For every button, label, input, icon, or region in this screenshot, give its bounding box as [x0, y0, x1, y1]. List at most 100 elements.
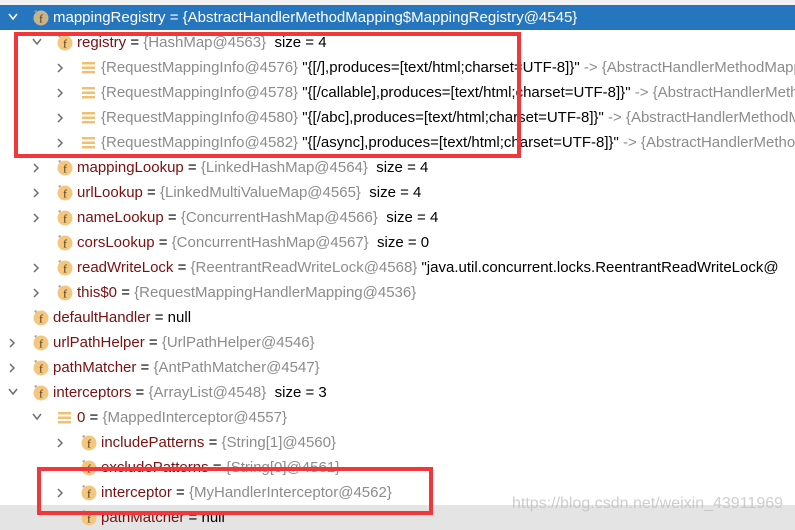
variable-type: {String[1]@4560} [221, 434, 336, 451]
row-text: 0 = {MappedInterceptor@4557} [77, 405, 287, 430]
variable-type: {RequestMappingHandlerMapping@4536} [134, 284, 417, 301]
tree-row[interactable]: f excludePatterns = {String[0]@4561} [0, 455, 795, 480]
map-entry-icon [80, 84, 97, 101]
tree-row[interactable]: f defaultHandler = null [0, 305, 795, 330]
tree-row[interactable]: f nameLookup = {ConcurrentHashMap@4566} s… [0, 205, 795, 230]
operator: = [165, 9, 183, 26]
row-text: {RequestMappingInfo@4578} "{[/callable],… [101, 80, 795, 105]
variable-type: {HashMap@4563} [143, 34, 267, 51]
variable-name: corsLookup [77, 234, 155, 251]
svg-text:f: f [39, 362, 43, 376]
variable-type: -> {AbstractHandlerMethodMapping$Mapping… [608, 109, 795, 126]
chevron-right-icon[interactable] [54, 480, 68, 505]
tree-row[interactable]: f corsLookup = {ConcurrentHashMap@4567} s… [0, 230, 795, 255]
operator: = [183, 159, 201, 176]
operator: = [117, 284, 135, 301]
tree-row[interactable]: f pathMatcher = {AntPathMatcher@4547} [0, 355, 795, 380]
row-text: mappingRegistry = {AbstractHandlerMethod… [53, 5, 577, 30]
field-icon: f [32, 309, 49, 326]
tree-row[interactable]: {RequestMappingInfo@4576} "{[/],produces… [0, 55, 795, 80]
watermark: https://blog.csdn.net/weixin_43911969 [512, 495, 784, 512]
field-icon: f [32, 359, 49, 376]
variable-type: {String[0]@4561} [225, 459, 341, 476]
tree-row[interactable]: {RequestMappingInfo@4582} "{[/async],pro… [0, 130, 795, 155]
svg-text:f: f [63, 287, 67, 301]
operator: = [144, 334, 162, 351]
variable-name: pathMatcher [101, 509, 185, 526]
tree-row[interactable]: f registry = {HashMap@4563} size = 4 [0, 30, 795, 55]
chevron-right-icon[interactable] [6, 330, 20, 355]
field-icon: f [32, 334, 49, 351]
operator: = [171, 484, 189, 501]
row-text: registry = {HashMap@4563} size = 4 [77, 30, 327, 55]
variable-name: interceptor [101, 484, 172, 501]
svg-text:f: f [63, 37, 67, 51]
variable-type: {MyHandlerInterceptor@4562} [188, 484, 392, 501]
variable-type: {RequestMappingInfo@4580} [101, 109, 303, 126]
field-icon: f [56, 159, 73, 176]
chevron-right-icon[interactable] [54, 430, 68, 455]
tree-row[interactable]: f this$0 = {RequestMappingHandlerMapping@… [0, 280, 795, 305]
tree-row[interactable]: {RequestMappingInfo@4580} "{[/abc],produ… [0, 105, 795, 130]
chevron-right-icon[interactable] [30, 155, 44, 180]
variable-type: {LinkedHashMap@4564} [200, 159, 368, 176]
variable-type: {RequestMappingInfo@4578} [101, 84, 303, 101]
tree-row[interactable]: {RequestMappingInfo@4578} "{[/callable],… [0, 80, 795, 105]
chevron-right-icon[interactable] [30, 205, 44, 230]
chevron-right-icon[interactable] [6, 355, 20, 380]
row-text: interceptor = {MyHandlerInterceptor@4562… [101, 480, 392, 505]
variable-type: -> {AbstractHandlerMethodMapping$Mapping… [583, 59, 795, 76]
svg-text:f: f [87, 487, 91, 501]
chevron-right-icon[interactable] [54, 130, 68, 155]
svg-text:f: f [39, 12, 43, 26]
operator: = [154, 234, 172, 251]
svg-text:f: f [39, 337, 43, 351]
variable-name: excludePatterns [101, 459, 209, 476]
tree-row[interactable]: f readWriteLock = {ReentrantReadWriteLock… [0, 255, 795, 280]
chevron-right-icon[interactable] [30, 255, 44, 280]
svg-text:f: f [63, 162, 67, 176]
variable-type: {AntPathMatcher@4547} [153, 359, 320, 376]
variable-name: urlLookup [77, 184, 143, 201]
svg-text:f: f [63, 237, 67, 251]
tree-row[interactable]: f interceptors = {ArrayList@4548} size = … [0, 380, 795, 405]
field-icon: f [56, 259, 73, 276]
tree-row[interactable]: f urlLookup = {LinkedMultiValueMap@4565} … [0, 180, 795, 205]
chevron-right-icon[interactable] [54, 55, 68, 80]
variable-type: {RequestMappingInfo@4582} [101, 134, 303, 151]
tree-row[interactable]: f includePatterns = {String[1]@4560} [0, 430, 795, 455]
size-label: size = 4 [367, 159, 429, 176]
chevron-right-icon[interactable] [30, 180, 44, 205]
variable-type: {RequestMappingInfo@4576} [101, 59, 303, 76]
variable-name: pathMatcher [53, 359, 137, 376]
svg-text:f: f [63, 212, 67, 226]
chevron-down-icon[interactable] [6, 5, 20, 30]
svg-text:f: f [63, 262, 67, 276]
variable-type: {ReentrantReadWriteLock@4568} [190, 259, 422, 276]
variable-name: mappingLookup [77, 159, 184, 176]
field-icon: f [80, 459, 97, 476]
operator: = [208, 459, 226, 476]
chevron-down-icon[interactable] [30, 30, 44, 55]
row-text: pathMatcher = {AntPathMatcher@4547} [53, 355, 320, 380]
row-text: readWriteLock = {ReentrantReadWriteLock@… [77, 255, 779, 280]
tree-row[interactable]: f mappingLookup = {LinkedHashMap@4564} si… [0, 155, 795, 180]
tree-row[interactable]: 0 = {MappedInterceptor@4557} [0, 405, 795, 430]
chevron-right-icon[interactable] [30, 280, 44, 305]
operator: = [85, 409, 103, 426]
tree-row[interactable]: f urlPathHelper = {UrlPathHelper@4546} [0, 330, 795, 355]
chevron-right-icon[interactable] [54, 105, 68, 130]
variable-name: urlPathHelper [53, 334, 145, 351]
tree-row[interactable]: f mappingRegistry = {AbstractHandlerMetho… [0, 5, 795, 30]
chevron-right-icon[interactable] [54, 80, 68, 105]
chevron-down-icon[interactable] [30, 405, 44, 430]
map-entry-icon [56, 409, 73, 426]
chevron-down-icon[interactable] [6, 380, 20, 405]
map-entry-icon [80, 109, 97, 126]
operator: = [204, 434, 222, 451]
row-text: corsLookup = {ConcurrentHashMap@4567} si… [77, 230, 429, 255]
row-text: defaultHandler = null [53, 305, 191, 330]
field-icon: f [56, 34, 73, 51]
variable-type: {MappedInterceptor@4557} [102, 409, 287, 426]
variable-type: {AbstractHandlerMethodMapping$MappingReg… [182, 9, 578, 26]
